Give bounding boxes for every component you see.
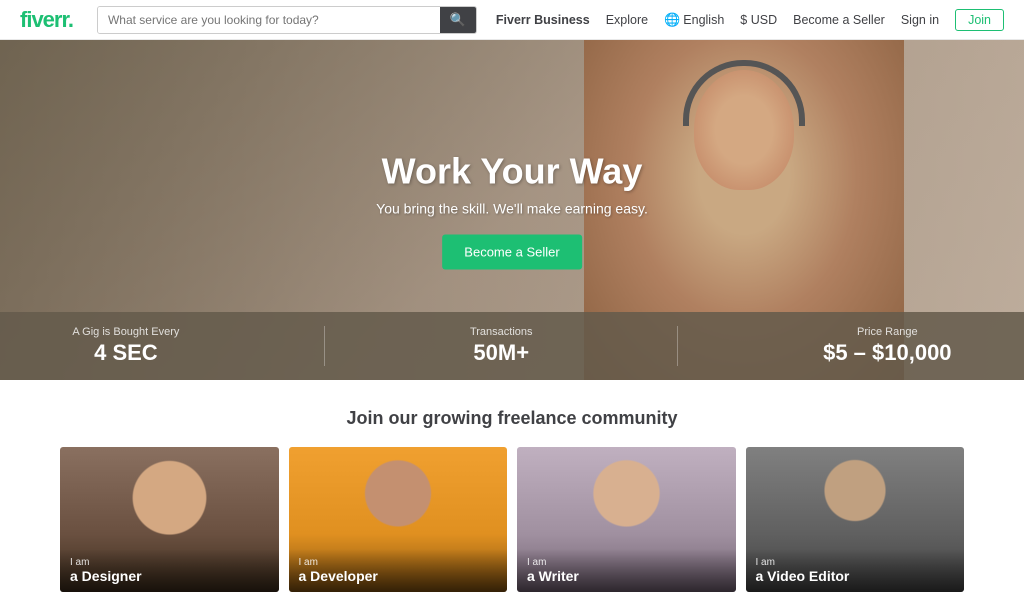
nav-links: Fiverr Business Explore 🌐 English $ USD …: [496, 9, 1004, 31]
logo-dot: .: [68, 7, 73, 32]
search-button[interactable]: 🔍: [440, 7, 476, 33]
stat-transactions-value: 50M+: [470, 340, 533, 366]
stat-divider-1: [324, 326, 325, 366]
stat-gig-speed-value: 4 SEC: [72, 340, 179, 366]
card-bottom-video-editor: a Video Editor: [756, 568, 955, 584]
search-input[interactable]: [98, 7, 440, 33]
card-top-developer: I am: [299, 557, 498, 568]
nav-signin[interactable]: Sign in: [901, 13, 939, 27]
community-card-designer[interactable]: I am a Designer: [60, 447, 279, 592]
hero-cta-button[interactable]: Become a Seller: [442, 235, 581, 270]
stat-divider-2: [677, 326, 678, 366]
nav-become-seller[interactable]: Become a Seller: [793, 13, 885, 27]
stat-transactions: Transactions 50M+: [470, 326, 533, 366]
card-top-designer: I am: [70, 557, 269, 568]
nav-business[interactable]: Fiverr Business: [496, 13, 590, 27]
navbar: fiverr. 🔍 Fiverr Business Explore 🌐 Engl…: [0, 0, 1024, 40]
nav-join-button[interactable]: Join: [955, 9, 1004, 31]
community-section: Join our growing freelance community I a…: [0, 380, 1024, 612]
card-label-designer: I am a Designer: [60, 549, 279, 592]
stat-price-range: Price Range $5 – $10,000: [823, 326, 951, 366]
community-card-video-editor[interactable]: I am a Video Editor: [746, 447, 965, 592]
globe-icon: 🌐: [664, 12, 680, 28]
card-label-writer: I am a Writer: [517, 549, 736, 592]
hero-section: Work Your Way You bring the skill. We'll…: [0, 40, 1024, 380]
language-label: English: [683, 13, 724, 27]
hero-subtitle: You bring the skill. We'll make earning …: [376, 201, 648, 217]
stat-price-range-value: $5 – $10,000: [823, 340, 951, 366]
nav-language[interactable]: 🌐 English: [664, 12, 724, 28]
card-bottom-designer: a Designer: [70, 568, 269, 584]
nav-currency[interactable]: $ USD: [740, 13, 777, 27]
community-card-writer[interactable]: I am a Writer: [517, 447, 736, 592]
card-bottom-developer: a Developer: [299, 568, 498, 584]
card-top-video-editor: I am: [756, 557, 955, 568]
card-top-writer: I am: [527, 557, 726, 568]
search-bar: 🔍: [97, 6, 477, 34]
community-card-developer[interactable]: I am a Developer: [289, 447, 508, 592]
hero-title: Work Your Way: [376, 151, 648, 193]
community-title: Join our growing freelance community: [60, 408, 964, 429]
stat-gig-speed: A Gig is Bought Every 4 SEC: [72, 326, 179, 366]
stat-price-range-label: Price Range: [823, 326, 951, 338]
stats-bar: A Gig is Bought Every 4 SEC Transactions…: [0, 312, 1024, 380]
stat-transactions-label: Transactions: [470, 326, 533, 338]
card-label-video-editor: I am a Video Editor: [746, 549, 965, 592]
card-label-developer: I am a Developer: [289, 549, 508, 592]
stat-gig-speed-label: A Gig is Bought Every: [72, 326, 179, 338]
nav-explore[interactable]: Explore: [606, 13, 648, 27]
hero-content: Work Your Way You bring the skill. We'll…: [376, 151, 648, 270]
logo[interactable]: fiverr.: [20, 7, 73, 33]
community-grid: I am a Designer I am a Developer I am a …: [60, 447, 964, 592]
logo-text: fiverr: [20, 7, 68, 32]
card-bottom-writer: a Writer: [527, 568, 726, 584]
